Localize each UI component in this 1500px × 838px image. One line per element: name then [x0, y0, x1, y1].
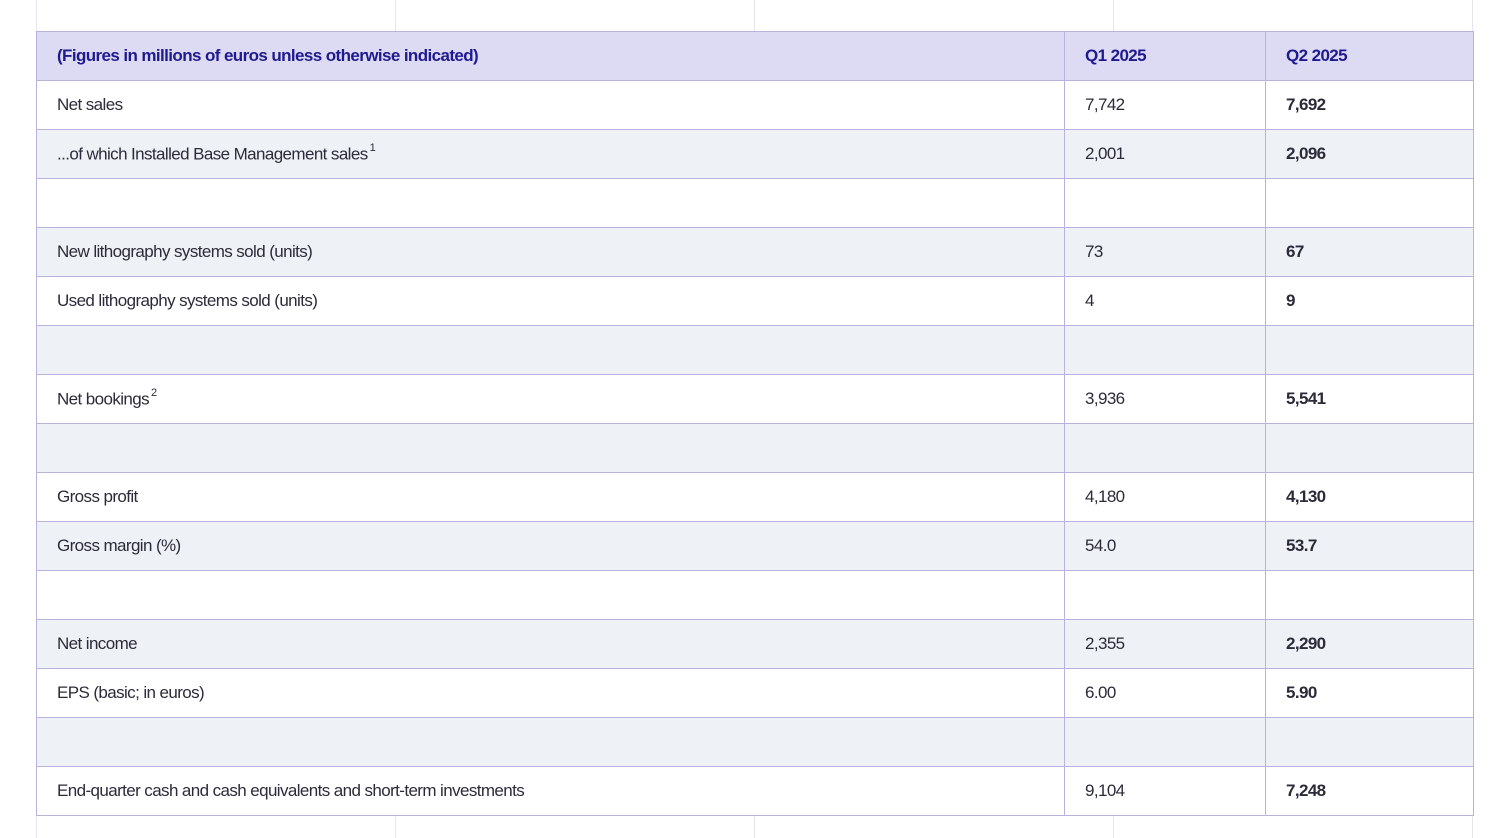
q2-2025-value: 9 — [1265, 276, 1474, 326]
footnote-marker: 2 — [151, 386, 157, 399]
q2-2025-value — [1265, 423, 1474, 473]
table-body: Net sales 7,742 7,692 ...of which Installed… — [36, 80, 1474, 816]
row-label-cell — [36, 178, 1065, 228]
row-label-cell: EPS (basic; in euros) — [36, 668, 1065, 718]
q1-2025-value — [1064, 178, 1266, 228]
row-label: EPS (basic; in euros) — [57, 683, 205, 702]
table-row: Net bookings 2 3,936 5,541 — [36, 374, 1474, 424]
row-label-cell: ...of which Installed Base Management sa… — [36, 129, 1065, 179]
row-label-cell: End-quarter cash and cash equivalents an… — [36, 766, 1065, 816]
table-row: Gross margin (%) 54.0 53.7 — [36, 521, 1474, 571]
q1-2025-value — [1064, 423, 1266, 473]
table-row: New lithography systems sold (units) 73 67 — [36, 227, 1474, 277]
page: (Figures in millions of euros unless oth… — [0, 0, 1500, 838]
q1-2025-value: 73 — [1064, 227, 1266, 277]
row-label-cell — [36, 717, 1065, 767]
row-label-cell: Net income — [36, 619, 1065, 669]
table-row: Used lithography systems sold (units) 4 9 — [36, 276, 1474, 326]
table-row: End-quarter cash and cash equivalents an… — [36, 766, 1474, 816]
row-label: Used lithography systems sold (units) — [57, 291, 318, 310]
q2-2025-value: 53.7 — [1265, 521, 1474, 571]
q1-2025-value: 2,001 — [1064, 129, 1266, 179]
row-label: Net income — [57, 634, 138, 653]
q2-2025-value: 2,290 — [1265, 619, 1474, 669]
header-q1-2025: Q1 2025 — [1064, 31, 1266, 81]
q2-2025-value: 5,541 — [1265, 374, 1474, 424]
row-label-cell — [36, 570, 1065, 620]
table-spacer-row — [36, 717, 1474, 767]
q2-2025-value: 5.90 — [1265, 668, 1474, 718]
row-label-cell: Gross margin (%) — [36, 521, 1065, 571]
row-label: Net bookings — [57, 389, 150, 409]
q2-2025-value: 7,248 — [1265, 766, 1474, 816]
q1-2025-value: 3,936 — [1064, 374, 1266, 424]
row-label-cell — [36, 325, 1065, 375]
row-label: Net sales — [57, 95, 123, 114]
q1-2025-value: 2,355 — [1064, 619, 1266, 669]
row-label-cell — [36, 423, 1065, 473]
q1-2025-value — [1064, 325, 1266, 375]
table-spacer-row — [36, 423, 1474, 473]
q2-2025-value — [1265, 325, 1474, 375]
q2-2025-value: 4,130 — [1265, 472, 1474, 522]
q1-2025-value — [1064, 717, 1266, 767]
table-row: Net income 2,355 2,290 — [36, 619, 1474, 669]
row-label-cell: Net bookings 2 — [36, 374, 1065, 424]
q2-2025-value — [1265, 717, 1474, 767]
financial-summary-table: (Figures in millions of euros unless oth… — [36, 31, 1474, 816]
table-row: EPS (basic; in euros) 6.00 5.90 — [36, 668, 1474, 718]
row-label-cell: New lithography systems sold (units) — [36, 227, 1065, 277]
table-spacer-row — [36, 325, 1474, 375]
q1-2025-value — [1064, 570, 1266, 620]
table-spacer-row — [36, 570, 1474, 620]
row-label: Gross margin (%) — [57, 536, 181, 555]
q1-2025-value: 7,742 — [1064, 80, 1266, 130]
table-header-row: (Figures in millions of euros unless oth… — [36, 31, 1474, 81]
q1-2025-value: 4 — [1064, 276, 1266, 326]
row-label: Gross profit — [57, 487, 138, 506]
row-label-cell: Gross profit — [36, 472, 1065, 522]
table-spacer-row — [36, 178, 1474, 228]
q1-2025-value: 6.00 — [1064, 668, 1266, 718]
q1-2025-value: 4,180 — [1064, 472, 1266, 522]
q1-2025-value: 54.0 — [1064, 521, 1266, 571]
q2-2025-value: 2,096 — [1265, 129, 1474, 179]
table-row: Net sales 7,742 7,692 — [36, 80, 1474, 130]
q2-2025-value: 67 — [1265, 227, 1474, 277]
footnote-marker: 1 — [369, 141, 376, 154]
q2-2025-value — [1265, 178, 1474, 228]
row-label: New lithography systems sold (units) — [57, 242, 313, 261]
q2-2025-value: 7,692 — [1265, 80, 1474, 130]
table-row: ...of which Installed Base Management sa… — [36, 129, 1474, 179]
row-label: ...of which Installed Base Management sa… — [57, 144, 368, 164]
header-label: (Figures in millions of euros unless oth… — [36, 31, 1065, 81]
q2-2025-value — [1265, 570, 1474, 620]
q1-2025-value: 9,104 — [1064, 766, 1266, 816]
header-q2-2025: Q2 2025 — [1265, 31, 1474, 81]
row-label-cell: Used lithography systems sold (units) — [36, 276, 1065, 326]
table-row: Gross profit 4,180 4,130 — [36, 472, 1474, 522]
row-label-cell: Net sales — [36, 80, 1065, 130]
row-label: End-quarter cash and cash equivalents an… — [57, 781, 525, 800]
